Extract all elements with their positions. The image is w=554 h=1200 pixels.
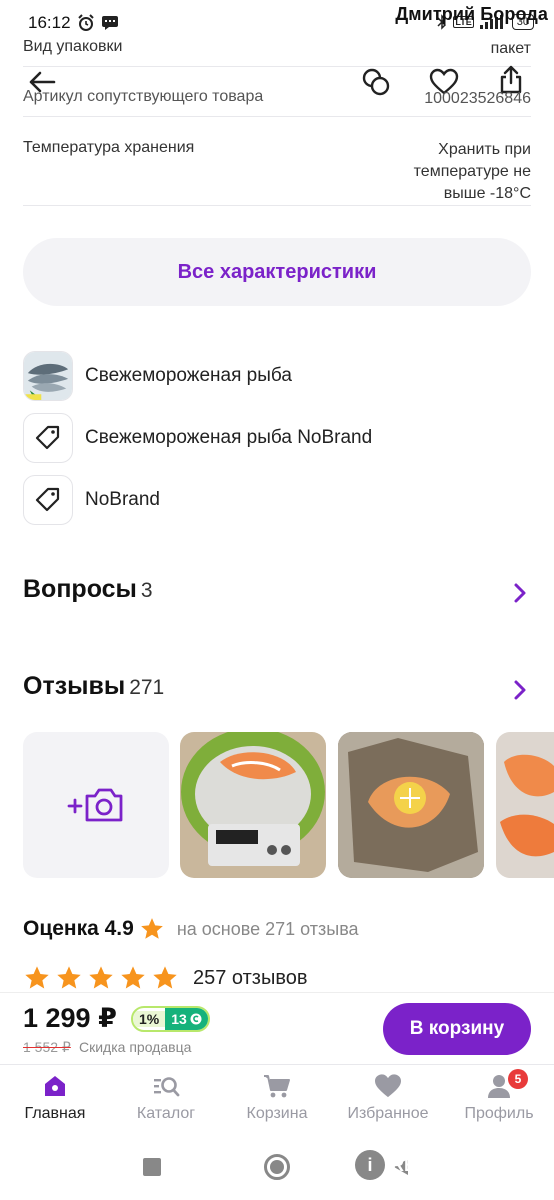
nav-label: Корзина: [246, 1105, 308, 1122]
tag-icon: [35, 487, 60, 512]
recents-button[interactable]: [143, 1158, 161, 1176]
watermark-username: Дмитрий Борода: [395, 4, 548, 24]
category-link-fish[interactable]: Свежемороженая рыба: [23, 351, 292, 401]
nav-home[interactable]: Главная: [0, 1073, 110, 1123]
catalog-search-icon: [154, 1077, 180, 1097]
fish-thumbnail-icon: [23, 351, 73, 401]
alarm-icon: [78, 14, 94, 31]
nav-cart[interactable]: Корзина: [222, 1073, 332, 1123]
category-link-fish-nobrand[interactable]: Свежемороженая рыба NoBrand: [23, 413, 372, 463]
spec-value: 100023526846: [424, 90, 531, 107]
nav-label: Профиль: [464, 1105, 534, 1122]
watermark-site-text: RECOMMEND.RU: [391, 1154, 542, 1175]
star-icon: [140, 918, 163, 939]
spec-row-related-article: Артикул сопутствующего товара 1000235268…: [23, 88, 531, 112]
spec-row-storage-temp: Температура хранения Хранить при темпера…: [23, 139, 531, 205]
star-distribution-row[interactable]: 257 отзывов: [23, 964, 307, 992]
bottom-navigation: Главная Каталог Корзина Избранное 5 Проф…: [0, 1064, 554, 1136]
home-system-button[interactable]: [264, 1154, 290, 1180]
star-icon: [25, 966, 49, 989]
price: 1 299 ₽: [23, 1003, 117, 1033]
category-label: Свежемороженая рыба NoBrand: [85, 427, 373, 448]
category-label: NoBrand: [85, 489, 160, 510]
bonus-coin-icon: [190, 1013, 202, 1025]
add-camera-icon: [67, 788, 123, 822]
spec-label: Вид упаковки: [23, 38, 123, 55]
profile-notification-badge: 5: [508, 1069, 528, 1089]
nav-label: Избранное: [347, 1105, 429, 1122]
home-icon: [45, 1076, 65, 1096]
rating-summary: Оценка 4.9 на основе 271 отзыва: [23, 916, 359, 942]
nav-favorites[interactable]: Избранное: [333, 1073, 443, 1123]
star-icon: [57, 966, 81, 989]
buy-bar: 1 299 ₽ 1% 13 1 552 ₽ Скидка продавца В …: [0, 992, 554, 1064]
message-icon: [102, 16, 118, 30]
reviews-section-link[interactable]: Отзывы 271: [23, 672, 164, 701]
cashback-badge: 1% 13: [131, 1006, 210, 1032]
watermark-site: i RECOMMEND.RU: [355, 1150, 542, 1180]
spec-label: Артикул сопутствующего товара: [23, 88, 264, 105]
cashback-points: 13: [171, 1011, 187, 1027]
review-photo[interactable]: [180, 732, 326, 878]
status-bar: 16:12 LTE 30 Дмитрий Борода: [0, 0, 554, 38]
seller-discount-label: Скидка продавца: [79, 1039, 192, 1055]
rating-subtitle: на основе 271 отзыва: [176, 918, 359, 939]
questions-count: 3: [140, 579, 153, 602]
tag-icon: [35, 425, 60, 450]
spec-value: Хранить при температуре не выше -18°C: [413, 141, 531, 202]
old-price: 1 552 ₽: [23, 1039, 71, 1055]
nav-profile[interactable]: 5 Профиль: [444, 1069, 554, 1123]
review-photo[interactable]: [338, 732, 484, 878]
heart-icon: [375, 1074, 401, 1098]
spec-value: пакет: [490, 40, 531, 57]
questions-title: Вопросы: [23, 575, 137, 603]
reviews-title: Отзывы: [23, 672, 126, 700]
rating-title: Оценка 4.9: [23, 917, 134, 940]
star-icon: [89, 966, 113, 989]
chevron-right-icon[interactable]: [512, 679, 528, 701]
nav-label: Каталог: [136, 1105, 196, 1122]
divider: [23, 205, 531, 206]
stars-count-label: 257 отзывов: [193, 966, 308, 989]
add-photo-button[interactable]: [23, 732, 169, 878]
add-to-cart-button[interactable]: В корзину: [383, 1003, 531, 1055]
category-link-nobrand[interactable]: NoBrand: [23, 475, 160, 525]
all-specs-button[interactable]: Все характеристики: [23, 238, 531, 306]
star-icon: [121, 966, 145, 989]
recommend-logo-icon: i: [355, 1150, 385, 1180]
status-time: 16:12: [28, 13, 71, 32]
nav-catalog[interactable]: Каталог: [111, 1073, 221, 1123]
spec-label: Температура хранения: [23, 139, 195, 156]
nav-label: Главная: [24, 1105, 86, 1122]
cart-icon: [264, 1075, 290, 1098]
star-icon: [153, 966, 177, 989]
divider: [23, 116, 531, 117]
spec-row-packaging: Вид упаковки пакет: [23, 38, 531, 62]
chevron-right-icon[interactable]: [512, 582, 528, 604]
review-photo[interactable]: [496, 732, 554, 878]
cashback-percent: 1%: [133, 1011, 166, 1027]
category-label: Свежемороженая рыба: [85, 365, 292, 386]
questions-section-link[interactable]: Вопросы 3: [23, 575, 153, 604]
reviews-count: 271: [129, 676, 165, 699]
